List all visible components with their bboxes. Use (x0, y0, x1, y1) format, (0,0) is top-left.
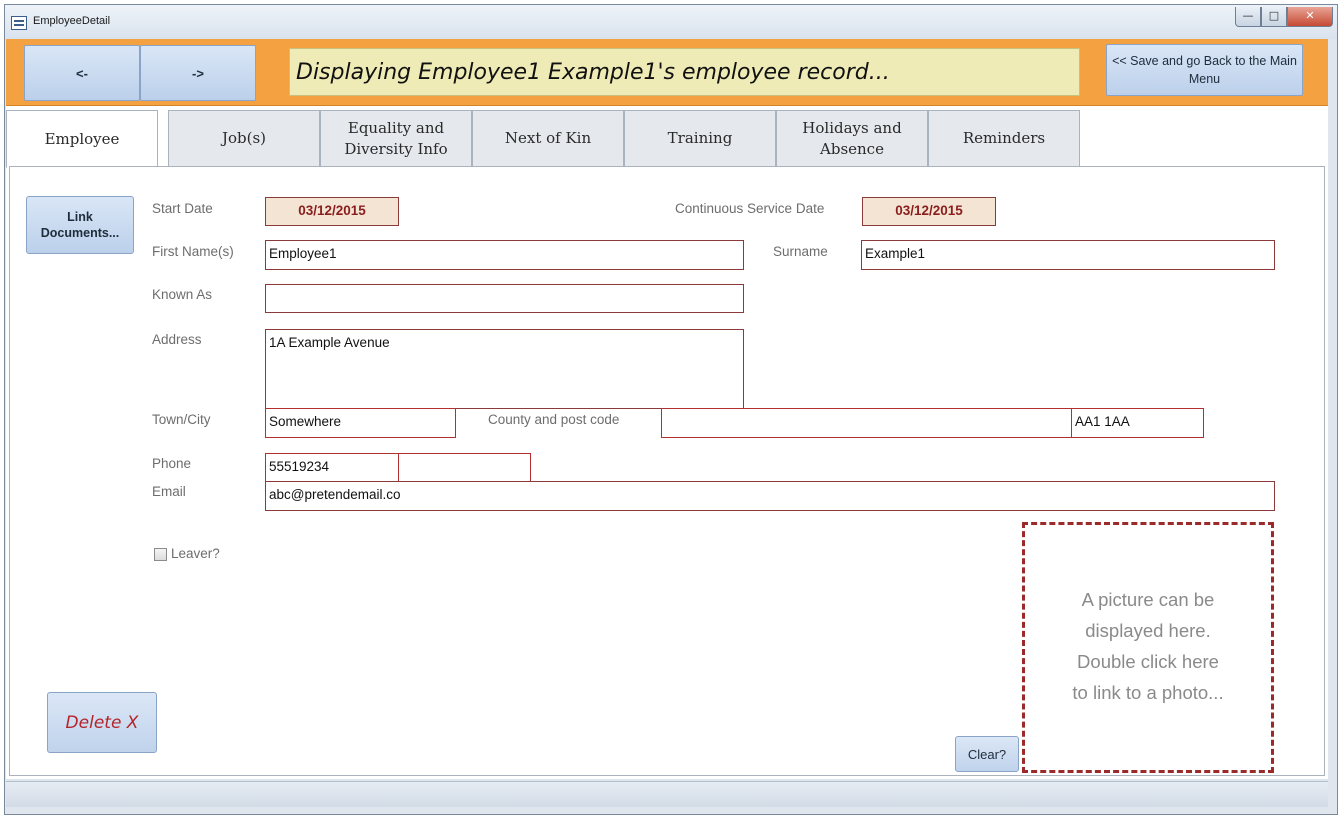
address-label: Address (152, 332, 202, 347)
start-date-label: Start Date (152, 201, 213, 216)
address-input[interactable]: 1A Example Avenue (265, 329, 744, 409)
minimize-icon: — (1242, 9, 1254, 22)
surname-label: Surname (773, 244, 828, 259)
tab-next-of-kin[interactable]: Next of Kin (472, 110, 624, 167)
form-content: <- -> Displaying Employee1 Example1's em… (6, 39, 1328, 779)
tab-strip: Employee Job(s) Equality and Diversity I… (6, 110, 1328, 168)
form-icon (11, 16, 27, 30)
continuous-service-date-field[interactable]: 03/12/2015 (862, 197, 996, 226)
town-city-input[interactable]: Somewhere (265, 408, 456, 438)
continuous-service-date-label: Continuous Service Date (675, 201, 825, 216)
postcode-input[interactable]: AA1 1AA (1071, 408, 1204, 438)
phone2-input[interactable] (398, 453, 531, 482)
status-bar (6, 781, 1328, 807)
tab-holidays-absence[interactable]: Holidays and Absence (776, 110, 928, 167)
tab-employee[interactable]: Employee (6, 110, 158, 168)
close-button[interactable]: ✕ (1287, 7, 1333, 27)
header-bar: <- -> Displaying Employee1 Example1's em… (6, 39, 1328, 106)
email-label: Email (152, 484, 186, 499)
close-icon: ✕ (1305, 9, 1315, 22)
link-documents-button[interactable]: Link Documents... (26, 196, 134, 254)
title-bar: EmployeeDetail — □ ✕ (5, 5, 1337, 39)
town-city-label: Town/City (152, 412, 211, 427)
record-banner: Displaying Employee1 Example1's employee… (289, 48, 1080, 96)
tab-jobs[interactable]: Job(s) (168, 110, 320, 167)
delete-record-button[interactable]: Delete X (47, 692, 157, 753)
maximize-button[interactable]: □ (1261, 7, 1287, 27)
save-and-back-button[interactable]: << Save and go Back to the Main Menu (1106, 44, 1303, 96)
photo-placeholder[interactable]: A picture can be displayed here. Double … (1022, 522, 1274, 773)
tab-training[interactable]: Training (624, 110, 776, 167)
phone-input[interactable]: 55519234 (265, 453, 399, 482)
maximize-icon: □ (1268, 9, 1280, 22)
county-input[interactable] (661, 408, 1072, 438)
tab-reminders[interactable]: Reminders (928, 110, 1080, 167)
known-as-input[interactable] (265, 284, 744, 313)
phone-label: Phone (152, 456, 192, 471)
leaver-label: Leaver? (171, 546, 220, 561)
window-controls: — □ ✕ (1235, 7, 1333, 29)
leaver-checkbox[interactable] (154, 548, 167, 561)
clear-photo-button[interactable]: Clear? (955, 736, 1019, 772)
next-record-button[interactable]: -> (140, 45, 256, 101)
county-postcode-label: County and post code (488, 412, 620, 427)
tab-equality-diversity[interactable]: Equality and Diversity Info (320, 110, 472, 167)
window-title: EmployeeDetail (33, 15, 111, 27)
minimize-button[interactable]: — (1235, 7, 1261, 27)
first-name-input[interactable]: Employee1 (265, 240, 744, 270)
email-input[interactable]: abc@pretendemail.co (265, 481, 1275, 511)
known-as-label: Known As (152, 287, 213, 302)
first-name-label: First Name(s) (152, 244, 234, 259)
start-date-field[interactable]: 03/12/2015 (265, 197, 399, 226)
previous-record-button[interactable]: <- (24, 45, 140, 101)
surname-input[interactable]: Example1 (861, 240, 1275, 270)
